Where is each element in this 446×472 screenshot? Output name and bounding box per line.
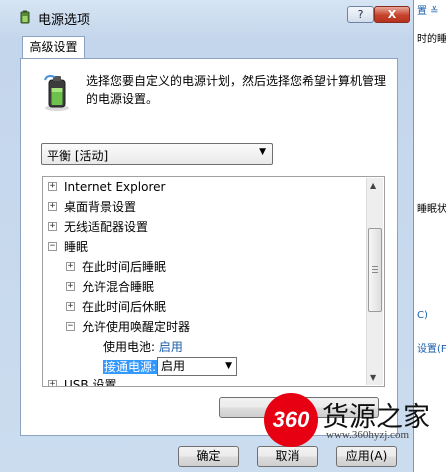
tree-item-label: 在此时间后休眠 [82, 300, 167, 314]
cancel-button[interactable]: 取消 [257, 446, 318, 467]
watermark-url: www.360hyzj.com [326, 429, 409, 441]
advanced-settings-panel: 选择您要自定义的电源计划，然后选择您希望计算机管理的电源设置。 平衡 [活动] … [20, 58, 398, 436]
expand-icon[interactable]: + [48, 182, 57, 191]
grip-line [372, 272, 378, 273]
description-text: 选择您要自定义的电源计划，然后选择您希望计算机管理的电源设置。 [86, 74, 387, 106]
background-text: 置 ≚ [417, 6, 439, 17]
expand-icon[interactable]: + [48, 202, 57, 211]
background-text: C) [417, 310, 428, 321]
background-text: 睡眠状 [417, 204, 446, 215]
power-options-icon [20, 10, 30, 24]
tree-item-label: 允许混合睡眠 [82, 280, 155, 294]
plugged-in-dropdown[interactable]: 启用 ▼ [157, 357, 237, 376]
tree-item-label: USB 设置 [64, 378, 117, 387]
chevron-down-icon: ▼ [225, 361, 232, 371]
power-plan-value: 平衡 [活动] [47, 149, 109, 163]
expand-icon[interactable]: + [66, 302, 75, 311]
expand-icon[interactable]: + [48, 222, 57, 231]
tree-item-label: 睡眠 [64, 240, 89, 254]
title-bar[interactable]: 电源选项 ? X [0, 0, 414, 34]
expand-icon[interactable]: + [48, 380, 57, 386]
help-button[interactable]: ? [347, 6, 374, 23]
expand-icon[interactable]: + [66, 282, 75, 291]
settings-tree: + Internet Explorer + 桌面背景设置 + 无线适配器设置 −… [42, 176, 385, 387]
on-battery-value-link[interactable]: 启用 [159, 340, 183, 354]
background-text: 时的睡 [417, 34, 446, 45]
scroll-up-arrow-icon[interactable]: ▲ [370, 181, 376, 190]
setting-label: 使用电池: [103, 340, 156, 354]
tab-advanced-settings[interactable]: 高级设置 [22, 36, 85, 59]
close-button[interactable]: X [374, 6, 410, 23]
watermark: 360 货源之家 www.360hyzj.com [264, 391, 446, 447]
tree-item-label: Internet Explorer [64, 180, 166, 194]
battery-icon [44, 75, 69, 111]
tree-item-label: 允许使用唤醒定时器 [82, 320, 191, 334]
plugged-in-value: 启用 [161, 359, 186, 373]
watermark-logo: 360 [264, 393, 318, 447]
background-text: 设置(F [417, 344, 446, 355]
apply-button[interactable]: 应用(A) [336, 446, 397, 467]
setting-label: 接通电源: [103, 360, 158, 374]
scroll-down-arrow-icon[interactable]: ▼ [370, 373, 376, 382]
setting-plugged-in[interactable]: 接通电源: 启用 ▼ [103, 357, 363, 377]
window-title: 电源选项 [38, 13, 91, 28]
grip-line [372, 266, 378, 267]
ok-button[interactable]: 确定 [178, 446, 239, 467]
scrollbar-thumb[interactable] [368, 228, 382, 312]
expand-icon[interactable]: + [66, 262, 75, 271]
collapse-icon[interactable]: − [48, 242, 57, 251]
collapse-icon[interactable]: − [66, 322, 75, 331]
chevron-down-icon: ▼ [259, 147, 266, 157]
tree-item-label: 在此时间后睡眠 [82, 260, 167, 274]
tree-item-label: 桌面背景设置 [64, 200, 137, 214]
setting-on-battery[interactable]: 使用电池: 启用 [103, 337, 183, 357]
grip-line [372, 269, 378, 270]
tree-item-label: 无线适配器设置 [64, 220, 149, 234]
power-plan-dropdown[interactable]: 平衡 [活动] ▼ [41, 143, 273, 165]
vertical-scrollbar[interactable]: ▲ ▼ [366, 178, 383, 385]
